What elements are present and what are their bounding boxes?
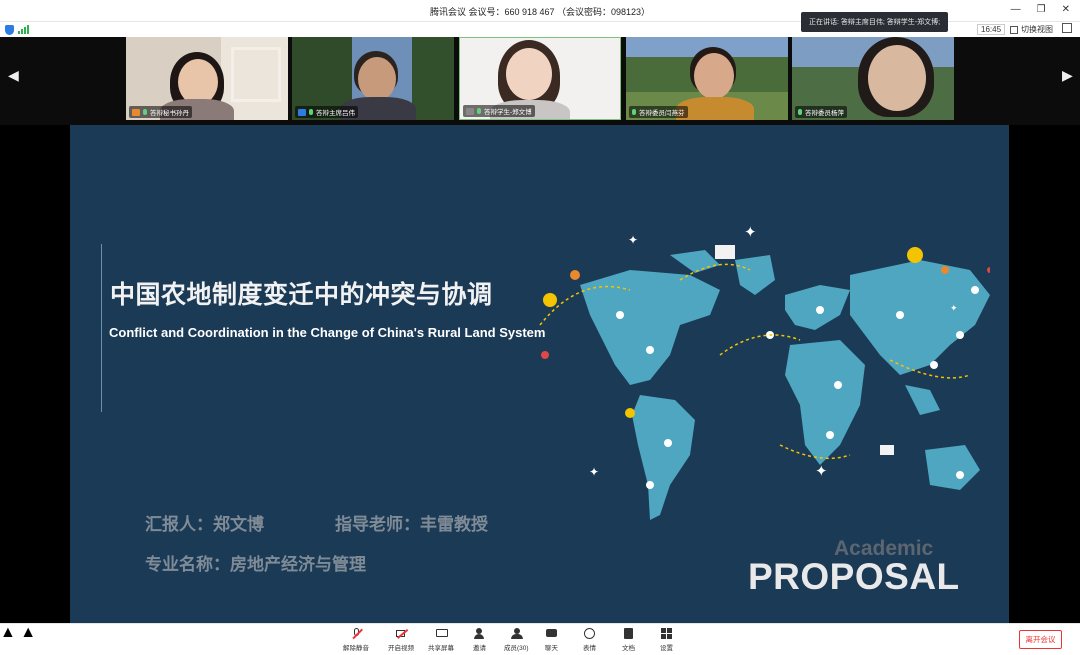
document-icon	[623, 628, 634, 639]
microphone-muted-icon	[351, 628, 363, 639]
host-badge-icon	[132, 108, 140, 116]
share-screen-icon	[435, 628, 448, 639]
invite-button[interactable]: 邀请	[473, 628, 486, 652]
mic-icon	[143, 109, 147, 115]
shield-icon[interactable]	[5, 25, 14, 35]
participant-nameplate: 答辩学生-郑文博	[463, 105, 535, 117]
video-options-caret-icon[interactable]: ▲	[20, 624, 36, 641]
screen-share-icon	[466, 107, 474, 115]
settings-grid-icon	[661, 628, 672, 639]
speaking-tooltip: 正在讲话: 答辩主席目伟; 答辩学生-郑文博;	[801, 12, 948, 32]
video-tile[interactable]: 答辩委员杨萍	[792, 37, 954, 120]
video-tile[interactable]: 答辩委员闫燕芬	[626, 37, 788, 120]
participant-nameplate: 答辩主席吕伟	[295, 106, 358, 118]
participant-nameplate: 答辩委员杨萍	[795, 106, 847, 118]
participant-nameplate: 答辩秘书孙丹	[129, 106, 192, 118]
sparkle-icon: ✦	[628, 233, 639, 247]
cohost-badge-icon	[298, 108, 306, 116]
members-icon	[510, 628, 523, 639]
slide-divider	[101, 244, 102, 412]
grid-icon	[1010, 25, 1018, 34]
mute-button[interactable]: 解除静音	[343, 628, 369, 652]
slide-reporter: 汇报人：郑文博	[145, 515, 264, 534]
mute-options-caret-icon[interactable]: ▲	[0, 624, 16, 641]
emoji-icon	[584, 628, 595, 639]
video-tile[interactable]: 答辩主席吕伟	[292, 37, 454, 120]
mic-icon	[309, 109, 313, 115]
mic-icon	[477, 108, 481, 114]
sparkle-icon: ✦	[589, 465, 600, 479]
members-button[interactable]: 成员(30)	[504, 628, 529, 652]
leave-meeting-button[interactable]: 离开会议	[1019, 630, 1062, 649]
settings-button[interactable]: 设置	[660, 628, 673, 652]
slide-proposal-label: PROPOSAL	[748, 556, 960, 597]
world-map-illustration	[539, 245, 990, 520]
participant-nameplate: 答辩委员闫燕芬	[629, 106, 688, 118]
video-strip: ◀ ▶ 答辩秘书孙丹 答辩主席吕伟 答辩学生-郑文博 答辩委员闫燕芬 答辩委员杨…	[0, 37, 1080, 125]
prev-page-icon[interactable]: ◀	[8, 67, 19, 84]
switch-view-label: 切换视图	[1021, 25, 1053, 34]
video-button[interactable]: 开启视频	[388, 628, 414, 652]
share-screen-button[interactable]: 共享屏幕	[428, 628, 454, 652]
mic-icon	[798, 109, 802, 115]
next-page-icon[interactable]: ▶	[1062, 67, 1073, 84]
slide-advisor: 指导老师：丰雷教授	[335, 515, 488, 534]
mic-icon	[632, 109, 636, 115]
camera-off-icon	[395, 628, 408, 639]
close-icon[interactable]: ✕	[1062, 4, 1070, 15]
signal-icon	[18, 25, 29, 34]
emoji-button[interactable]: 表情	[583, 628, 596, 652]
chat-icon	[546, 628, 557, 639]
meeting-toolbar: 解除静音 ▲ 开启视频 ▲ 共享屏幕 邀请 成员(30) 聊天 表情 文档 设置…	[0, 623, 1080, 655]
fullscreen-icon[interactable]	[1062, 23, 1072, 33]
slide-major: 专业名称：房地产经济与管理	[145, 555, 366, 574]
sparkle-icon: ✦	[815, 463, 828, 480]
invite-icon	[474, 628, 485, 639]
sparkle-icon: ✦	[950, 303, 958, 313]
video-tile[interactable]: 答辩学生-郑文博	[459, 37, 621, 120]
meeting-clock: 16:45	[977, 24, 1006, 35]
window-controls: — ❐ ✕	[1011, 4, 1070, 15]
chat-button[interactable]: 聊天	[545, 628, 558, 652]
video-tile[interactable]: 答辩秘书孙丹	[126, 37, 288, 120]
switch-view-button[interactable]: 切换视图	[1010, 24, 1053, 35]
restore-icon[interactable]: ❐	[1037, 4, 1046, 15]
sparkle-icon: ✦	[744, 224, 757, 241]
shared-screen: 中国农地制度变迁中的冲突与协调 Conflict and Coordinatio…	[70, 125, 1009, 623]
slide-title-cn: 中国农地制度变迁中的冲突与协调	[110, 281, 493, 309]
minimize-icon[interactable]: —	[1011, 4, 1021, 15]
docs-button[interactable]: 文档	[622, 628, 635, 652]
slide-title-en: Conflict and Coordination in the Change …	[109, 325, 546, 340]
